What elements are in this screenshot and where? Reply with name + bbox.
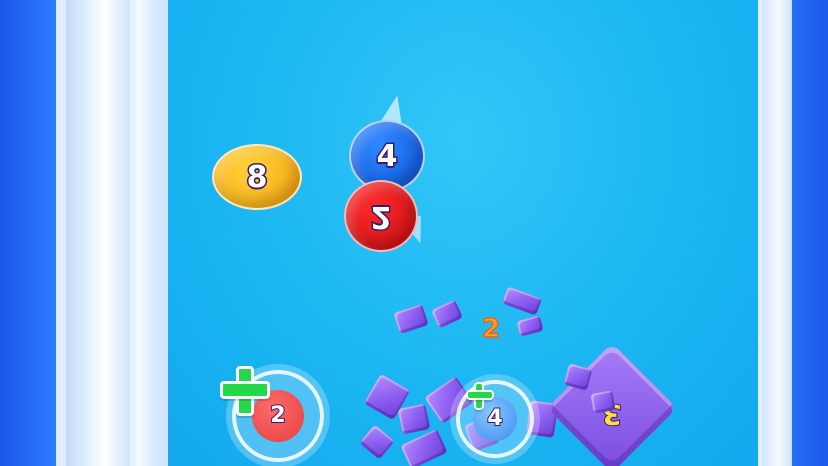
playfield[interactable]: 8 4 2 2 2 4 3 (168, 0, 758, 466)
block-shard (397, 403, 431, 435)
ball-red-number: 2 (369, 197, 393, 235)
block-shard (502, 286, 542, 316)
ball-blue-number: 4 (375, 137, 399, 175)
ball-red[interactable]: 2 (344, 180, 418, 252)
block-shard (400, 428, 448, 466)
left-wall-stripe (66, 0, 130, 466)
left-wall-rail (136, 0, 158, 466)
plus-icon (466, 382, 494, 410)
block-shard (430, 299, 464, 329)
left-screen-edge (0, 0, 56, 466)
right-wall-rail (762, 0, 788, 466)
plus-icon (220, 366, 270, 416)
block-shard (590, 390, 616, 414)
block-shard (359, 424, 395, 460)
block-shard (393, 303, 429, 335)
floating-score-number: 2 (481, 313, 501, 345)
ball-yellow[interactable]: 8 (212, 144, 302, 210)
ball-yellow-number: 8 (245, 158, 269, 196)
left-wall (56, 0, 168, 466)
block-shard (516, 315, 544, 337)
right-wall (758, 0, 792, 466)
